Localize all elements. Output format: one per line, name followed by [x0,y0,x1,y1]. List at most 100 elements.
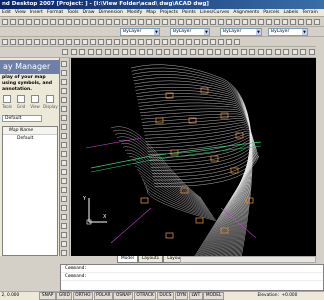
toolbar-button-icon[interactable] [154,19,160,25]
toolbar-button-icon[interactable] [232,49,238,55]
toolbar-button-icon[interactable] [10,39,16,45]
toolbar-button-icon[interactable] [300,49,306,55]
toolbar-button-icon[interactable] [82,39,88,45]
layer-combo-4[interactable]: ByLayer ▼ [268,28,308,36]
toolbar-button-icon[interactable] [215,49,221,55]
toolbar-button-icon[interactable] [74,19,80,25]
toolbar-button-icon[interactable] [50,19,56,25]
menu-item[interactable]: Terrain [300,9,320,17]
toolbar-button-icon[interactable] [178,39,184,45]
toolbar-button-icon[interactable] [290,19,296,25]
toolbar-button-icon[interactable] [42,39,48,45]
osnap-toggle[interactable]: OSNAP [113,292,134,300]
grid-button[interactable]: Grid [14,93,28,113]
modify-tool-icon[interactable] [61,178,67,184]
toolbar-button-icon[interactable] [223,49,230,55]
toolbar-button-icon[interactable] [26,39,32,45]
toolbar-button-icon[interactable] [250,19,256,25]
toolbar-button-icon[interactable] [170,19,176,25]
toolbar-button-icon[interactable] [121,49,128,55]
model-toggle[interactable]: MODEL [203,292,224,300]
modify-tool-icon[interactable] [61,241,67,247]
toolbar-button-icon[interactable] [104,49,111,55]
toolbar-button-icon[interactable] [138,19,144,25]
toolbar-button-icon[interactable] [87,49,94,55]
toolbar-button-icon[interactable] [34,39,40,45]
toolbar-button-icon[interactable] [202,19,208,25]
toolbar-button-icon[interactable] [18,39,24,45]
toolbar-button-icon[interactable] [98,19,104,25]
toolbar-button-icon[interactable] [210,39,216,45]
toolbar-button-icon[interactable] [70,49,77,55]
toolbar-button-icon[interactable] [206,49,213,55]
toolbar-button-icon[interactable] [130,39,136,45]
ortho-toggle[interactable]: ORTHO [72,292,94,300]
modify-tool-icon[interactable] [61,196,67,202]
toolbar-button-icon[interactable] [308,49,315,55]
toolbar-button-icon[interactable] [138,49,145,55]
table-row[interactable]: Default [3,135,57,143]
modify-tool-icon[interactable] [61,106,67,112]
toolbar-button-icon[interactable] [258,19,264,25]
modify-tool-icon[interactable] [61,151,67,157]
modify-tool-icon[interactable] [61,61,67,67]
layer-combo-2[interactable]: ByLayer ▼ [170,28,210,36]
menu-item[interactable]: View [13,9,28,17]
toolbar-button-icon[interactable] [66,19,72,25]
modify-tool-icon[interactable] [61,160,67,166]
modify-tool-icon[interactable] [61,223,67,229]
toolbar-button-icon[interactable] [240,49,247,55]
lwt-toggle[interactable]: LWT [188,292,203,300]
toolbar-button-icon[interactable] [181,49,187,55]
drawing-canvas[interactable]: Y X [71,58,316,256]
dyn-toggle[interactable]: DYN [174,292,189,300]
toolbar-button-icon[interactable] [58,39,64,45]
toolbar-button-icon[interactable] [266,49,272,55]
menu-item[interactable]: Format [45,9,65,17]
toolbar-button-icon[interactable] [90,39,96,45]
toolbar-button-icon[interactable] [113,49,119,55]
toolbar-button-icon[interactable] [162,39,168,45]
toolbar-button-icon[interactable] [2,19,8,25]
toolbar-button-icon[interactable] [155,49,162,55]
toolbar-button-icon[interactable] [162,19,168,25]
menu-item[interactable]: Parcels [261,9,281,17]
toolbar-button-icon[interactable] [122,19,128,25]
toolbar-button-icon[interactable] [298,19,304,25]
toolbar-button-icon[interactable] [2,39,8,45]
menu-item[interactable]: Insert [28,9,45,17]
menu-item[interactable]: Modify [125,9,144,17]
toolbar-button-icon[interactable] [194,39,200,45]
toolbar-button-icon[interactable] [226,19,232,25]
menu-item[interactable]: Labels [281,9,300,17]
toolbar-button-icon[interactable] [66,39,72,45]
toolbar-button-icon[interactable] [186,19,192,25]
toolbar-button-icon[interactable] [106,19,112,25]
menu-item[interactable]: Draw [81,9,97,17]
grid-toggle[interactable]: GRID [56,292,73,300]
toolbar-button-icon[interactable] [274,19,280,25]
tab-layout1[interactable]: Layout1 [137,256,164,263]
snap-toggle[interactable]: SNAP [39,292,56,300]
toolbar-button-icon[interactable] [186,39,192,45]
toolbar-button-icon[interactable] [202,39,208,45]
toolbar-button-icon[interactable] [18,19,24,25]
menu-item[interactable]: Alignments [231,9,261,17]
toolbar-button-icon[interactable] [234,39,240,45]
layer-combo-1[interactable]: ByLayer ▼ [120,28,160,36]
toolbar-button-icon[interactable] [283,49,289,55]
modify-tool-icon[interactable] [61,79,67,85]
modify-tool-icon[interactable] [61,115,67,121]
toolbar-button-icon[interactable] [257,49,264,55]
modify-tool-icon[interactable] [61,124,67,130]
menu-item[interactable]: Dimension [97,9,125,17]
menu-item[interactable]: Lines/Curves [198,9,231,17]
tools-button[interactable]: Tools [0,93,14,113]
toolbar-button-icon[interactable] [96,49,102,55]
otrack-toggle[interactable]: OTRACK [133,292,157,300]
toolbar-button-icon[interactable] [170,39,176,45]
toolbar-button-icon[interactable] [147,49,153,55]
toolbar-button-icon[interactable] [226,39,232,45]
map-select[interactable]: Default [2,115,42,122]
toolbar-button-icon[interactable] [189,49,196,55]
